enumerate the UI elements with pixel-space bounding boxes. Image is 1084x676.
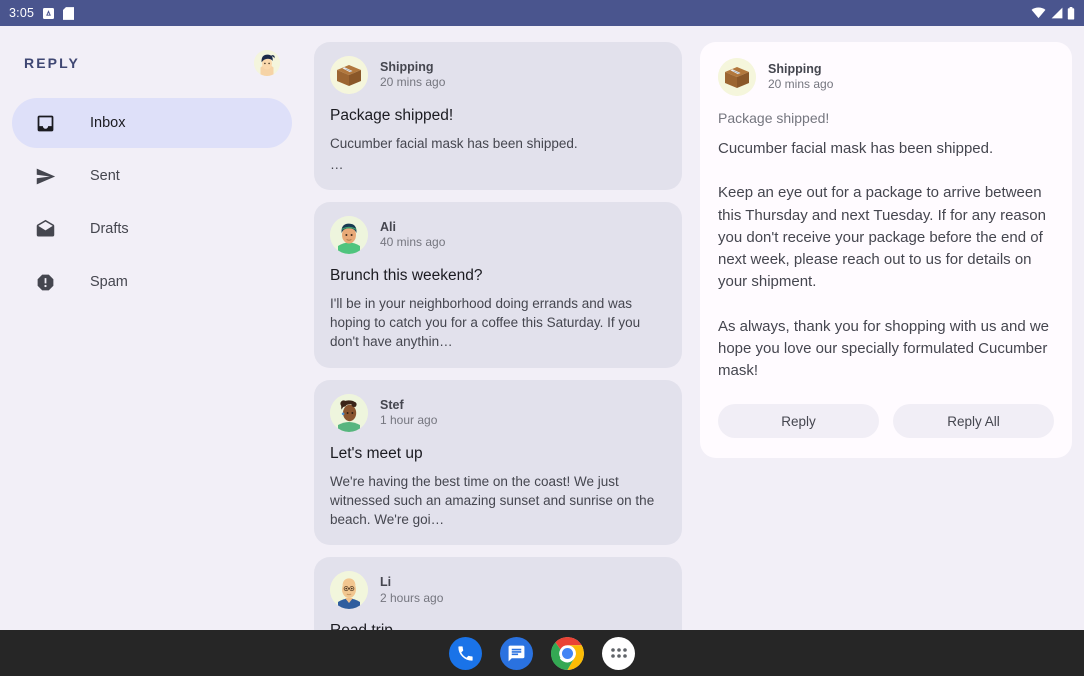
ali-avatar [330,215,368,254]
notification-icon [43,7,55,19]
reply-app: REPLY Inbox Sent Drafts Spam Shipping 20… [0,26,1084,630]
email-meta: Shipping 20 mins ago [380,60,445,90]
sidebar-header: REPLY [0,42,304,84]
phone-icon[interactable] [449,636,482,670]
email-sender: Li [380,575,392,590]
sidebar-item-label: Sent [90,168,120,184]
email-preview: We're having the best time on the coast!… [330,473,655,528]
email-time: 20 mins ago [380,75,446,90]
email-preview-overflow: … [330,156,344,172]
email-meta: Stef 1 hour ago [380,398,437,428]
app-drawer-icon[interactable] [602,636,635,670]
email-sender: Shipping [380,59,434,74]
status-bar-right [1031,6,1075,20]
app-brand-title: REPLY [24,55,80,71]
drafts-envelope-icon [34,218,56,240]
email-list-item[interactable]: Stef 1 hour ago Let's meet up We're havi… [314,379,682,546]
navigation-sidebar: REPLY Inbox Sent Drafts Spam [0,26,304,630]
cell-signal-icon [1050,7,1063,19]
detail-subject: Package shipped! [718,110,830,126]
email-header: Li 2 hours ago [330,571,666,610]
email-list-item[interactable]: Ali 40 mins ago Brunch this weekend? I'l… [314,201,682,368]
sidebar-item-drafts[interactable]: Drafts [12,204,292,254]
email-list-item[interactable]: Shipping 20 mins ago Package shipped! Cu… [314,42,682,190]
status-bar-left: 3:05 [9,6,75,20]
email-preview: Cucumber facial mask has been shipped. [330,136,578,152]
email-sender: Ali [380,219,396,234]
sidebar-nav: Inbox Sent Drafts Spam [0,98,304,307]
email-preview: I'll be in your neighborhood doing erran… [330,296,641,350]
reply-all-button[interactable]: Reply All [893,404,1054,439]
messages-icon[interactable] [500,636,533,670]
android-dock-bar [0,630,1084,676]
email-detail-card: Shipping 20 mins ago Package shipped! Cu… [700,42,1072,459]
stef-avatar [330,393,368,432]
email-header: Shipping 20 mins ago [330,56,666,94]
battery-icon [1067,6,1075,20]
inbox-icon [34,112,56,134]
detail-actions: Reply Reply All [718,404,1054,439]
reply-button[interactable]: Reply [718,404,879,439]
email-subject: Package shipped! [330,107,454,124]
email-detail-pane: Shipping 20 mins ago Package shipped! Cu… [692,26,1084,630]
detail-time: 20 mins ago [768,77,834,92]
li-avatar [330,571,368,610]
package-box-avatar [330,56,368,94]
email-list-item[interactable]: Li 2 hours ago Road trip Thought we migh… [314,557,682,630]
wifi-icon [1031,7,1046,19]
android-device-screen: 3:05 REPLY Inbox Sent Drafts Spam Shippi… [0,0,1084,676]
email-meta: Li 2 hours ago [380,575,443,605]
detail-header: Shipping 20 mins ago [718,58,1054,96]
user-avatar[interactable] [254,50,280,76]
email-sender: Stef [380,397,404,412]
email-time: 1 hour ago [380,412,438,427]
email-header: Stef 1 hour ago [330,393,666,432]
sidebar-item-sent[interactable]: Sent [12,151,292,201]
email-subject: Road trip [330,621,666,630]
email-meta: Ali 40 mins ago [380,220,445,250]
send-icon [34,165,56,187]
status-bar: 3:05 [0,0,1084,26]
package-box-avatar [718,58,756,96]
sidebar-item-label: Inbox [90,115,126,131]
email-header: Ali 40 mins ago [330,215,666,254]
email-subject: Brunch this weekend? [330,266,483,284]
email-time: 2 hours ago [380,590,444,605]
chrome-icon[interactable] [551,636,584,670]
status-clock: 3:05 [9,6,35,20]
sidebar-item-label: Drafts [90,221,129,237]
detail-meta: Shipping 20 mins ago [768,62,833,92]
sidebar-item-inbox[interactable]: Inbox [12,98,292,148]
email-list[interactable]: Shipping 20 mins ago Package shipped! Cu… [304,26,692,630]
email-subject: Let's meet up [330,444,423,462]
detail-body: Cucumber facial mask has been shipped. K… [718,140,1050,379]
email-time: 40 mins ago [380,235,446,250]
report-error-icon [34,271,56,293]
sidebar-item-label: Spam [90,274,128,290]
sd-card-icon [63,6,75,20]
sidebar-item-spam[interactable]: Spam [12,257,292,307]
detail-sender: Shipping [768,61,822,76]
